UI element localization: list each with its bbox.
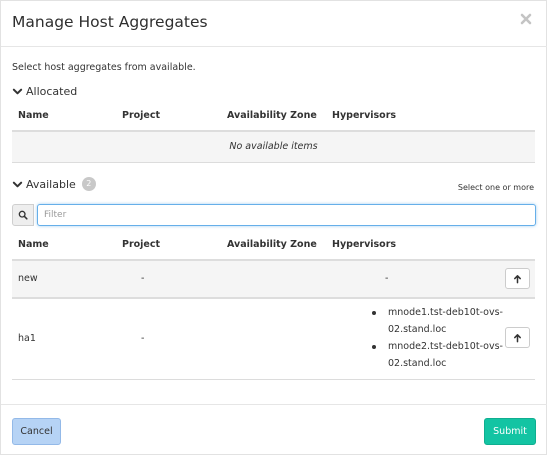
chevron-down-icon <box>12 88 23 95</box>
available-col-project: Project <box>122 239 161 250</box>
allocate-row-button[interactable] <box>505 268 530 289</box>
row-name: ha1 <box>18 333 36 344</box>
available-col-hypervisors: Hypervisors <box>332 239 397 250</box>
table-row: ha1 - mnode1.tst-deb10t-ovs-02.stand.loc… <box>12 299 535 379</box>
cancel-button[interactable]: Cancel <box>12 418 61 445</box>
search-icon <box>18 210 28 220</box>
table-row: new - - <box>12 261 535 297</box>
modal-header: Manage Host Aggregates <box>1 1 547 47</box>
filter-input[interactable] <box>37 204 536 226</box>
arrow-up-icon <box>514 274 521 283</box>
row-name: new <box>18 273 38 284</box>
available-heading: Available <box>26 177 76 191</box>
available-count-badge: 2 <box>81 177 96 191</box>
available-col-availability-zone: Availability Zone <box>227 239 317 250</box>
allocated-section-toggle[interactable]: Allocated <box>12 85 77 98</box>
hypervisor-list: mnode1.tst-deb10t-ovs-02.stand.loc mnode… <box>370 304 505 372</box>
row-hypervisors: - <box>385 273 389 284</box>
allocated-col-availability-zone: Availability Zone <box>227 110 317 121</box>
submit-button[interactable]: Submit <box>484 418 536 445</box>
filter-bar <box>12 204 536 226</box>
close-button[interactable] <box>520 10 536 28</box>
allocated-heading: Allocated <box>26 85 78 98</box>
search-button[interactable] <box>12 204 34 226</box>
available-col-name: Name <box>18 239 49 250</box>
allocated-bottom-divider <box>12 162 535 163</box>
allocated-col-name: Name <box>18 110 49 121</box>
intro-text: Select host aggregates from available. <box>12 62 196 73</box>
allocated-empty-row: No available items <box>12 132 535 162</box>
allocated-col-hypervisors: Hypervisors <box>332 110 397 121</box>
manage-host-aggregates-dialog: Manage Host Aggregates Select host aggre… <box>0 0 547 455</box>
select-hint: Select one or more <box>457 183 534 192</box>
list-item: mnode1.tst-deb10t-ovs-02.stand.loc <box>370 304 505 338</box>
allocated-empty-text: No available items <box>229 141 318 152</box>
chevron-down-icon <box>12 181 23 187</box>
close-icon <box>520 13 532 25</box>
modal-footer: Cancel Submit <box>1 404 547 455</box>
row-project: - <box>141 273 145 284</box>
modal-title: Manage Host Aggregates <box>12 13 208 31</box>
row-project: - <box>141 333 145 344</box>
allocated-col-project: Project <box>122 110 161 121</box>
row-divider <box>12 379 535 380</box>
allocate-row-button[interactable] <box>505 327 530 348</box>
arrow-up-icon <box>514 333 521 342</box>
list-item: mnode2.tst-deb10t-ovs-02.stand.loc <box>370 338 505 372</box>
available-section-toggle[interactable]: Available 2 <box>12 177 96 191</box>
